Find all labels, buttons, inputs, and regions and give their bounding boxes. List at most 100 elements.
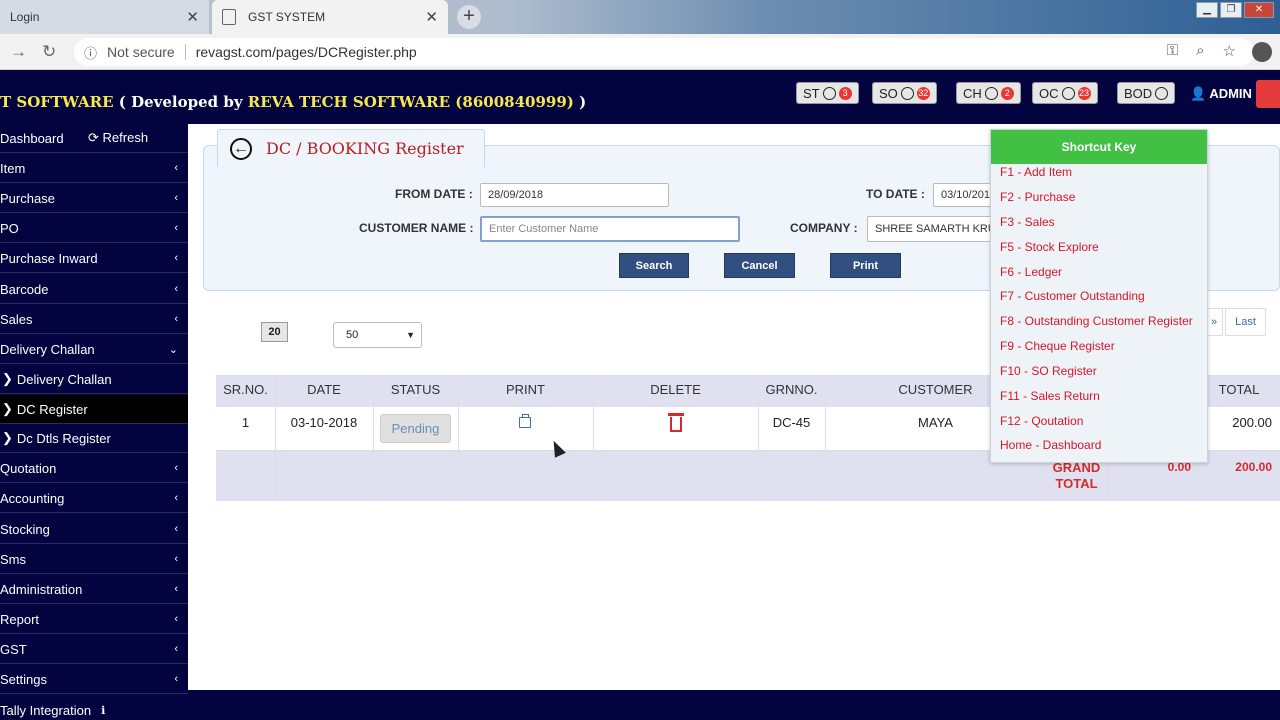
- shortcut-item[interactable]: Home - Dashboard: [1000, 438, 1101, 452]
- ch-button[interactable]: CH 2: [956, 82, 1021, 104]
- sidebar-item-purchase[interactable]: Purchase ‹: [0, 184, 188, 213]
- sidebar-item-barcode[interactable]: Barcode ‹: [0, 275, 188, 304]
- sidebar-item-settings[interactable]: Settings ‹: [0, 665, 188, 694]
- sidebar-item-label: Purchase Inward: [0, 250, 98, 266]
- shortcut-item[interactable]: F8 - Outstanding Customer Register: [1000, 314, 1193, 328]
- chevron-left-icon: ‹: [174, 222, 178, 234]
- shortcut-item[interactable]: F9 - Cheque Register: [1000, 339, 1115, 353]
- chevron-left-icon: ‹: [174, 523, 178, 535]
- pager-last[interactable]: Last: [1225, 308, 1266, 336]
- caret-right-icon: ❯: [2, 371, 13, 386]
- reload-icon[interactable]: ↻: [42, 42, 56, 62]
- sidebar-item-dashboard[interactable]: Dashboard ⟳ Refresh: [0, 124, 188, 153]
- customer-name-input[interactable]: Enter Customer Name: [480, 216, 740, 242]
- minimize-button[interactable]: ▁: [1196, 2, 1218, 18]
- shortcut-item[interactable]: F6 - Ledger: [1000, 265, 1062, 279]
- star-icon[interactable]: ☆: [1223, 42, 1236, 60]
- oc-count: 23: [1077, 86, 1091, 100]
- company-label: COMPANY :: [790, 221, 858, 235]
- st-count: 3: [838, 86, 852, 100]
- oc-label: OC: [1039, 85, 1059, 101]
- shortcut-item[interactable]: F1 - Add Item: [1000, 165, 1072, 179]
- sidebar-item-label: Sms: [0, 551, 26, 567]
- oc-button[interactable]: OC 23: [1032, 82, 1098, 104]
- back-arrow-icon[interactable]: ←: [230, 137, 252, 160]
- close-icon[interactable]: ✕: [425, 8, 438, 26]
- page-size-select[interactable]: 50 ▼: [333, 322, 422, 348]
- tab-login[interactable]: Login ✕: [0, 0, 210, 34]
- cell-date: 03-10-2018: [290, 415, 358, 430]
- sidebar-item-accounting[interactable]: Accounting ‹: [0, 484, 188, 513]
- trash-lid: [668, 413, 684, 416]
- chevron-left-icon: ‹: [174, 613, 178, 625]
- to-date-field[interactable]: 03/10/201: [933, 183, 993, 207]
- sidebar-item-tally-integration[interactable]: Tally Integration ℹ: [0, 696, 188, 720]
- caret-right-icon: ❯: [2, 430, 13, 445]
- sidebar-item-delivery-challan[interactable]: Delivery Challan ⌄: [0, 335, 188, 364]
- chevron-left-icon: ‹: [174, 192, 178, 204]
- key-icon[interactable]: ⚿: [1167, 42, 1178, 60]
- sidebar-subitem-dc-dtls-register[interactable]: ❯ Dc Dtls Register: [0, 424, 188, 453]
- sidebar-item-label: Accounting: [0, 490, 65, 506]
- shortcut-item[interactable]: F7 - Customer Outstanding: [1000, 289, 1145, 303]
- sidebar-subitem-delivery-challan[interactable]: ❯ Delivery Challan: [0, 365, 188, 394]
- print-button[interactable]: Print: [830, 253, 901, 278]
- status-badge: Pending: [380, 414, 451, 443]
- sidebar-subitem-dc-register[interactable]: ❯ DC Register: [0, 395, 188, 424]
- company-select[interactable]: SHREE SAMARTH KRU: [867, 216, 993, 242]
- trash-icon[interactable]: [668, 413, 684, 433]
- sidebar-item-gst[interactable]: GST ‹: [0, 635, 188, 664]
- sidebar-item-label: Stocking: [0, 521, 50, 537]
- bod-button[interactable]: BOD: [1117, 82, 1176, 104]
- divider: [184, 44, 186, 60]
- column-header-grnno: GRNNO.: [765, 382, 818, 397]
- sidebar-item-report[interactable]: Report ‹: [0, 605, 188, 634]
- new-tab-button[interactable]: +: [457, 5, 481, 29]
- tab-gst-system[interactable]: GST SYSTEM ✕: [212, 0, 448, 34]
- grand-total-value: 200.00: [1235, 460, 1272, 474]
- forward-icon[interactable]: →: [10, 42, 27, 62]
- clock-icon: [822, 86, 836, 100]
- chevron-left-icon: ‹: [174, 673, 178, 685]
- search-button[interactable]: Search: [619, 253, 689, 278]
- page-title: DC / BOOKING Register: [266, 139, 464, 158]
- from-date-field[interactable]: 28/09/2018: [480, 183, 669, 207]
- logout-button[interactable]: [1256, 80, 1280, 108]
- shortcut-title: Shortcut Key: [991, 130, 1207, 164]
- profile-avatar[interactable]: [1252, 42, 1272, 62]
- sidebar-item-purchase-inward[interactable]: Purchase Inward ‹: [0, 244, 188, 273]
- grand-total-label: GRAND TOTAL: [1052, 460, 1101, 491]
- so-button[interactable]: SO 32: [872, 82, 937, 104]
- cancel-button[interactable]: Cancel: [724, 253, 795, 278]
- sidebar-item-administration[interactable]: Administration ‹: [0, 575, 188, 604]
- sidebar-item-quotation[interactable]: Quotation ‹: [0, 454, 188, 483]
- ch-count: 2: [1000, 86, 1014, 100]
- column-header-srno: SR.NO.: [223, 382, 268, 397]
- shortcut-item[interactable]: F12 - Qoutation: [1000, 414, 1083, 428]
- st-button[interactable]: ST 3: [796, 82, 859, 104]
- sidebar-item-stocking[interactable]: Stocking ‹: [0, 515, 188, 544]
- shortcut-item[interactable]: F5 - Stock Explore: [1000, 240, 1099, 254]
- maximize-button[interactable]: ❐: [1220, 2, 1242, 18]
- shortcut-item[interactable]: F3 - Sales: [1000, 215, 1055, 229]
- zoom-icon[interactable]: ⌕: [1196, 42, 1204, 60]
- window-close-button[interactable]: ✕: [1244, 2, 1274, 18]
- user-menu[interactable]: 👤 ADMIN: [1190, 86, 1252, 102]
- shortcut-item[interactable]: F11 - Sales Return: [1000, 389, 1100, 403]
- close-icon[interactable]: ✕: [186, 8, 199, 26]
- sidebar-item-sms[interactable]: Sms ‹: [0, 545, 188, 574]
- chevron-left-icon: ‹: [174, 283, 178, 295]
- printer-icon[interactable]: [519, 414, 531, 428]
- sidebar-item-sales[interactable]: Sales ‹: [0, 305, 188, 334]
- sidebar-item-label: Item: [0, 160, 26, 176]
- chevron-left-icon: ‹: [174, 492, 178, 504]
- brand-dev-company: REVA TECH SOFTWARE (8600840999): [247, 93, 574, 111]
- column-header-print: PRINT: [506, 382, 545, 397]
- shortcut-item[interactable]: F2 - Purchase: [1000, 190, 1075, 204]
- refresh-button[interactable]: ⟳ Refresh: [88, 130, 148, 146]
- sidebar-item-item[interactable]: Item ‹: [0, 154, 188, 183]
- url-bar[interactable]: ⓘ Not secure revagst.com/pages/DCRegiste…: [74, 38, 1254, 66]
- sidebar-item-po[interactable]: PO ‹: [0, 214, 188, 243]
- shortcut-item[interactable]: F10 - SO Register: [1000, 364, 1097, 378]
- info-icon[interactable]: ⓘ: [84, 43, 97, 62]
